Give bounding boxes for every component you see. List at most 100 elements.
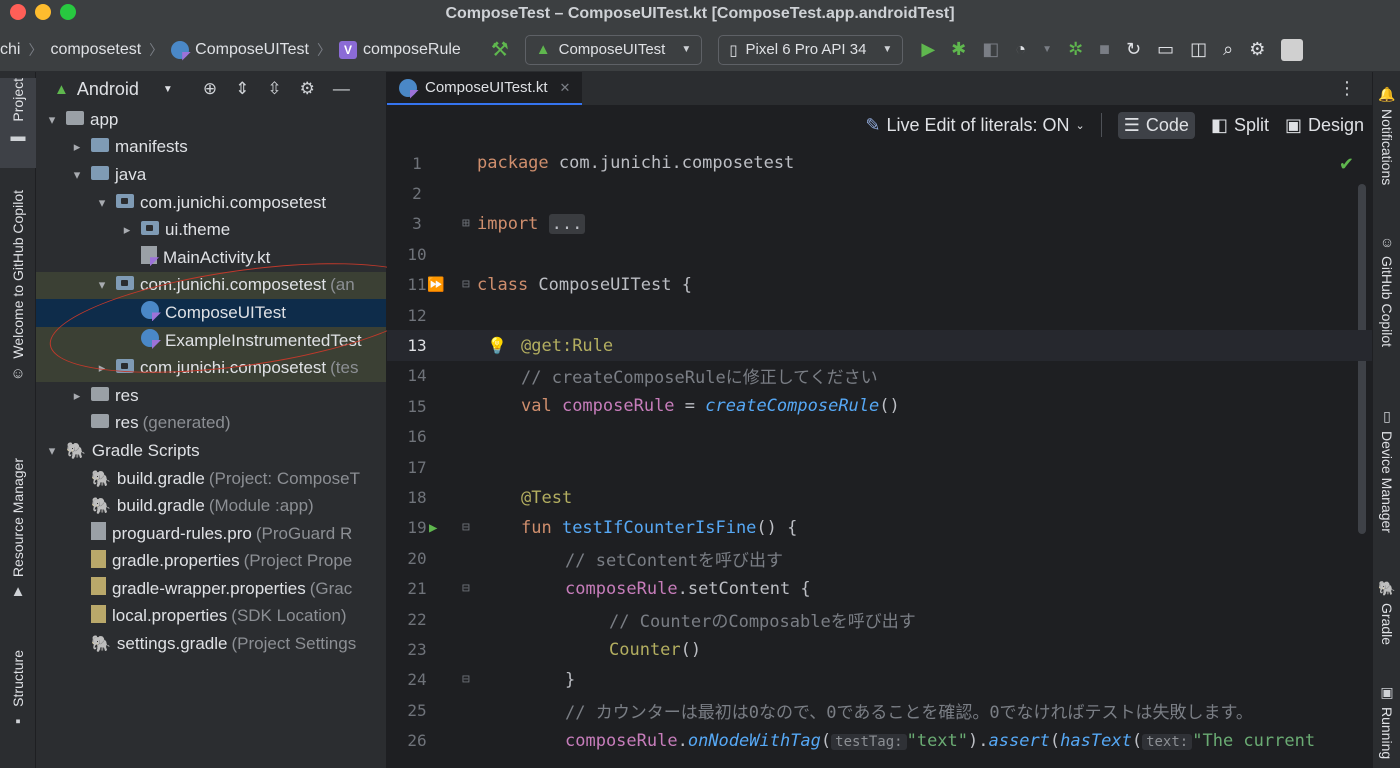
breadcrumb-item[interactable]: ComposeUITest bbox=[171, 40, 309, 59]
close-icon[interactable]: ✕ bbox=[560, 80, 571, 96]
chevron-down-icon[interactable]: ▾ bbox=[96, 195, 108, 211]
sync-gradle-icon[interactable]: ↻ bbox=[1126, 39, 1141, 60]
more-options-icon[interactable]: ⋮ bbox=[1338, 72, 1372, 105]
tree-item[interactable]: ▸ com.junichi.composetest (tes bbox=[36, 354, 386, 382]
tree-item[interactable]: proguard-rules.pro (ProGuard R bbox=[36, 520, 386, 548]
tool-tab-project[interactable]: Project ▬ bbox=[0, 78, 36, 168]
tool-tab-gradle[interactable]: 🐘 Gradle bbox=[1373, 580, 1400, 645]
tab-compose-ui-test[interactable]: ComposeUITest.kt ✕ bbox=[387, 72, 583, 105]
tree-item-hint: (generated) bbox=[142, 413, 231, 433]
tool-tab-notifications[interactable]: 🔔 Notifications bbox=[1373, 86, 1400, 185]
debug-icon[interactable]: ✱ bbox=[951, 39, 966, 60]
device-select[interactable]: ▯ Pixel 6 Pro API 34 ▼ bbox=[718, 34, 904, 65]
tree-item[interactable]: ▾ java bbox=[36, 161, 386, 189]
editor-tabs: ComposeUITest.kt ✕ ⋮ bbox=[387, 72, 1372, 106]
apply-changes-icon[interactable]: ◧ bbox=[982, 39, 999, 60]
mode-code-button[interactable]: ☰ Code bbox=[1117, 111, 1195, 139]
collapsed-imports[interactable]: ... bbox=[548, 213, 586, 234]
tree-item[interactable]: 🐘 build.gradle (Project: ComposeT bbox=[36, 465, 386, 493]
fold-end-icon[interactable]: ⊟ bbox=[462, 672, 470, 687]
view-mode-select[interactable]: Android bbox=[77, 79, 139, 100]
profile-icon[interactable]: ◔ bbox=[1015, 39, 1026, 60]
lightbulb-icon[interactable]: 💡 bbox=[487, 336, 507, 355]
close-window-button[interactable] bbox=[10, 4, 26, 20]
gradle-icon: 🐘 bbox=[1378, 580, 1396, 596]
tree-item[interactable]: ▾ 🐘 Gradle Scripts bbox=[36, 437, 386, 465]
minimize-icon[interactable]: — bbox=[333, 79, 350, 99]
stop-icon[interactable]: ■ bbox=[1099, 39, 1110, 60]
search-icon[interactable]: ⌕ bbox=[1223, 39, 1233, 60]
mode-split-button[interactable]: ◧ Split bbox=[1211, 115, 1269, 136]
tool-tab-copilot[interactable]: Welcome to GitHub Copilot ☺ bbox=[0, 190, 36, 424]
tree-item[interactable]: ▸ ui.theme bbox=[36, 216, 386, 244]
tree-item[interactable]: ▾ app bbox=[36, 106, 386, 134]
device-mirror-icon[interactable]: ▭ bbox=[1157, 39, 1174, 60]
chevron-down-icon[interactable]: ▾ bbox=[46, 443, 58, 459]
chevron-right-icon[interactable]: ▸ bbox=[96, 360, 108, 376]
live-edit-toggle[interactable]: ✎ Live Edit of literals: ON ⌄ bbox=[865, 115, 1084, 136]
test-class-icon bbox=[141, 301, 159, 320]
kotlin-file-icon bbox=[141, 246, 157, 265]
tree-item[interactable]: ▸ manifests bbox=[36, 134, 386, 162]
locate-icon[interactable]: ⊕ bbox=[203, 79, 217, 99]
run-icon[interactable]: ▶ bbox=[921, 39, 935, 60]
tree-item[interactable]: ▾ com.junichi.composetest bbox=[36, 189, 386, 217]
more-run-chevron-icon[interactable]: ▼ bbox=[1042, 44, 1052, 55]
tree-item[interactable]: ▾ com.junichi.composetest (an bbox=[36, 271, 386, 300]
tree-item[interactable]: res (generated) bbox=[36, 410, 386, 438]
zoom-window-button[interactable] bbox=[60, 4, 76, 20]
tool-tab-resource-manager[interactable]: Resource Manager ▲ bbox=[0, 458, 36, 628]
attach-debugger-icon[interactable]: ✲ bbox=[1068, 39, 1083, 60]
gear-icon[interactable]: ⚙ bbox=[300, 79, 315, 99]
tree-item[interactable]: 🐘 settings.gradle (Project Settings bbox=[36, 630, 386, 658]
tree-item-label: gradle.properties bbox=[112, 551, 240, 571]
fold-expand-icon[interactable]: ⊞ bbox=[462, 216, 470, 231]
live-edit-icon: ✎ bbox=[865, 114, 881, 135]
tree-item[interactable]: MainActivity.kt bbox=[36, 244, 386, 272]
tool-tab-running[interactable]: ▣ Running bbox=[1373, 684, 1400, 759]
code-icon: ☰ bbox=[1123, 114, 1140, 135]
breadcrumb-item[interactable]: VcomposeRule bbox=[339, 40, 461, 59]
sdk-manager-icon[interactable]: ◫ bbox=[1190, 39, 1207, 60]
chevron-right-icon[interactable]: ▸ bbox=[121, 222, 133, 238]
chevron-right-icon[interactable]: ▸ bbox=[71, 139, 83, 155]
tree-item-label: gradle-wrapper.properties bbox=[112, 578, 306, 598]
running-devices-icon: ▣ bbox=[1380, 684, 1394, 700]
module-icon bbox=[66, 110, 84, 125]
tool-tab-structure[interactable]: Structure ▪ bbox=[0, 650, 36, 746]
tool-tab-github-copilot[interactable]: ☺ GitHub Copilot bbox=[1373, 234, 1400, 347]
avatar[interactable] bbox=[1281, 38, 1304, 61]
tool-tab-device-manager[interactable]: ▯ Device Manager bbox=[1373, 408, 1400, 533]
tree-item[interactable]: local.properties (SDK Location) bbox=[36, 603, 386, 631]
breadcrumb-item[interactable]: composetest bbox=[50, 41, 141, 59]
chevron-right-icon[interactable]: ▸ bbox=[71, 388, 83, 404]
minimize-window-button[interactable] bbox=[35, 4, 51, 20]
chevron-down-icon[interactable]: ▾ bbox=[96, 277, 108, 293]
chevron-down-icon[interactable]: ▾ bbox=[71, 167, 83, 183]
copilot-icon: ☺ bbox=[1379, 234, 1395, 250]
tree-item[interactable]: gradle-wrapper.properties (Grac bbox=[36, 575, 386, 603]
fold-collapse-icon[interactable]: ⊟ bbox=[462, 277, 470, 292]
folder-icon bbox=[91, 165, 109, 180]
run-all-tests-icon[interactable]: ⏩ bbox=[427, 277, 444, 293]
collapse-all-icon[interactable]: ⇳ bbox=[267, 79, 281, 99]
gear-icon[interactable]: ⚙ bbox=[1249, 39, 1265, 60]
tree-item[interactable]: ExampleInstrumentedTest bbox=[36, 326, 386, 355]
code-line: 26 composeRule.onNodeWithTag(testTag: "te… bbox=[407, 730, 1316, 751]
tree-item[interactable]: ▸ res bbox=[36, 382, 386, 410]
tree-item[interactable]: 🐘 build.gradle (Module :app) bbox=[36, 492, 386, 520]
fold-collapse-icon[interactable]: ⊟ bbox=[462, 581, 470, 596]
tree-item[interactable]: gradle.properties (Project Prope bbox=[36, 548, 386, 576]
breadcrumb-item[interactable]: chi bbox=[0, 41, 20, 59]
code-editor[interactable]: 1 package com.junichi.composetest 2 3 ⊞ … bbox=[387, 148, 1372, 768]
fold-collapse-icon[interactable]: ⊟ bbox=[462, 520, 470, 535]
build-hammer-icon[interactable]: ⚒ bbox=[491, 37, 509, 62]
chevron-down-icon[interactable]: ▾ bbox=[46, 112, 58, 128]
chevron-down-icon[interactable]: ▼ bbox=[163, 84, 173, 95]
run-config-select[interactable]: ▲ ComposeUITest ▼ bbox=[524, 34, 703, 65]
run-test-icon[interactable]: ▶ bbox=[429, 520, 437, 536]
tree-item[interactable]: ComposeUITest bbox=[36, 299, 386, 327]
code-line: 22 // CounterのComposableを呼び出す bbox=[407, 609, 916, 632]
expand-all-icon[interactable]: ⇕ bbox=[235, 79, 249, 99]
mode-design-button[interactable]: ▣ Design bbox=[1285, 115, 1364, 136]
